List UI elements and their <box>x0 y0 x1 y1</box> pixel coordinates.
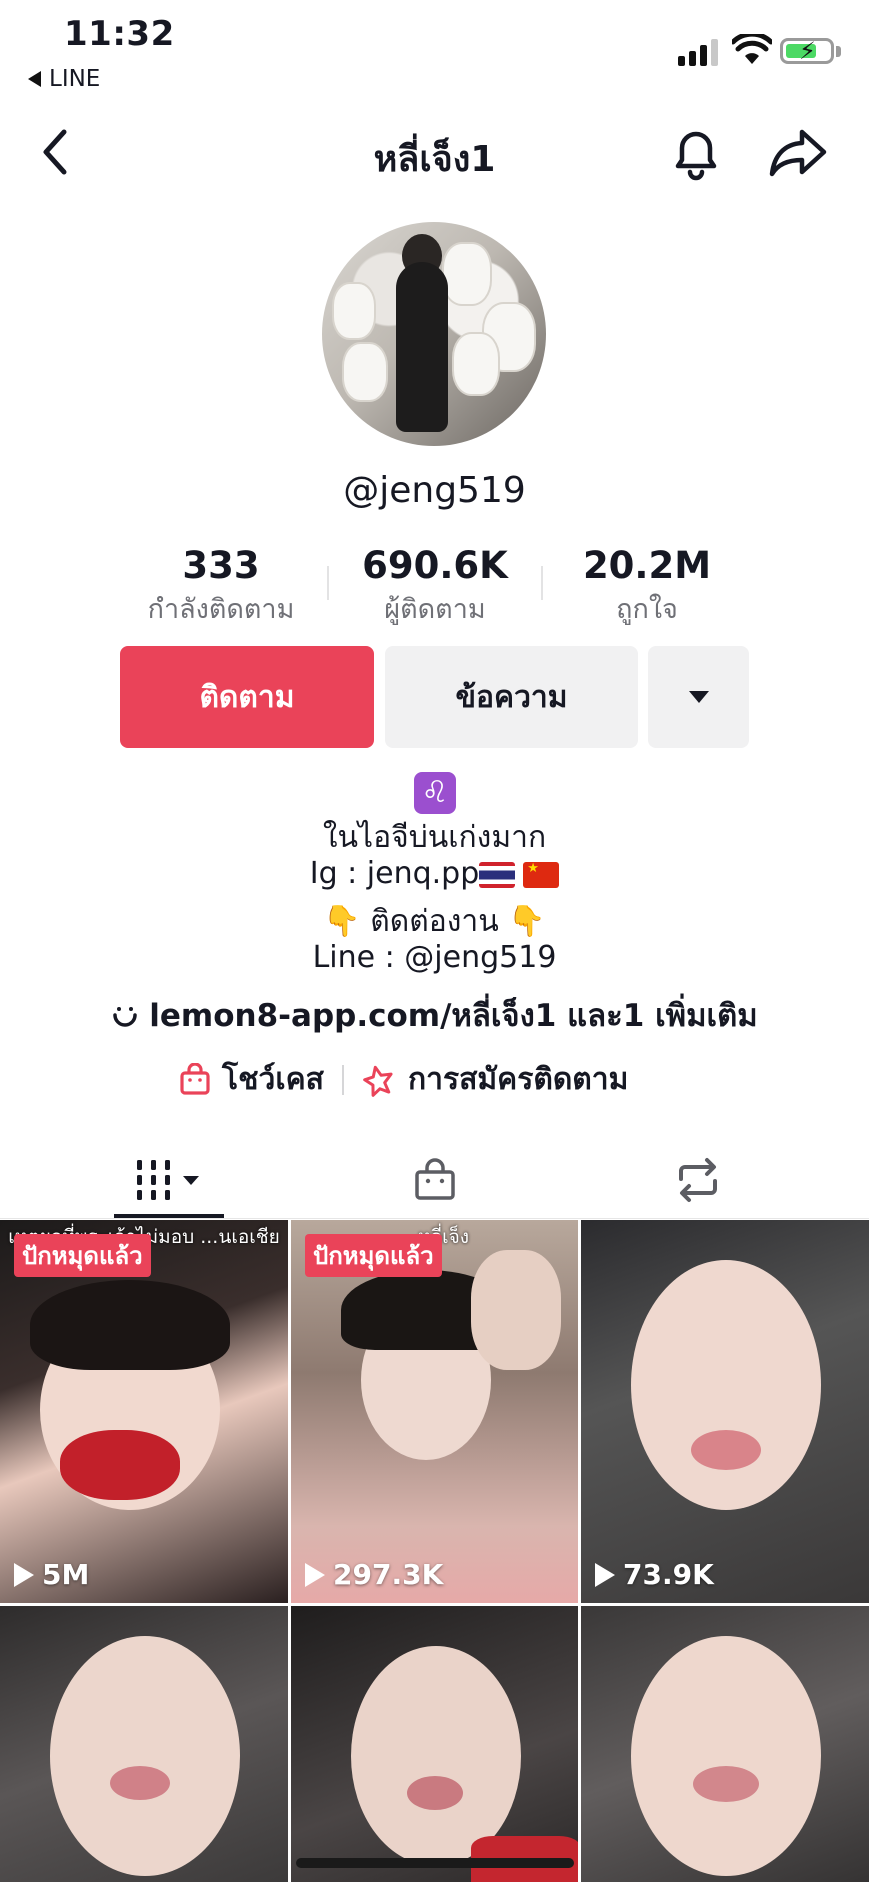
bio-instagram: Ig : jenq.pp <box>309 856 480 891</box>
battery-icon: ⚡ <box>780 37 834 65</box>
view-count: 5M <box>14 1558 89 1591</box>
stat-divider <box>541 566 543 600</box>
following-count: 333 <box>182 544 260 587</box>
bio-line-2: Ig : jenq.pp <box>0 856 869 891</box>
pinned-badge: ปักหมุดแล้ว <box>305 1234 442 1277</box>
tab-shop[interactable] <box>396 1142 474 1218</box>
video-thumbnail[interactable] <box>0 1606 288 1882</box>
bell-icon[interactable] <box>668 124 724 182</box>
subscription-label: การสมัครติดตาม <box>407 1062 629 1097</box>
tab-videos[interactable] <box>114 1142 224 1218</box>
suggested-accounts-button[interactable] <box>648 646 749 748</box>
battery-tip <box>836 46 841 57</box>
tab-reposts[interactable] <box>658 1142 738 1218</box>
pinned-badge: ปักหมุดแล้ว <box>14 1234 151 1277</box>
dropdown-triangle-icon <box>688 691 709 703</box>
back-to-app-link[interactable]: LINE <box>28 66 100 92</box>
subscription-star-icon <box>363 1065 393 1097</box>
stat-likes: 20.2M ถูกใจ <box>556 544 738 630</box>
profile-link-text: lemon8-app.com/หลี่เจ็ง1 และ1 เพิ่มเติม <box>149 998 758 1034</box>
video-thumbnail[interactable] <box>581 1606 869 1882</box>
video-thumbnail[interactable]: 73.9K <box>581 1220 869 1603</box>
likes-label: ถูกใจ <box>616 594 678 625</box>
view-count-value: 297.3K <box>333 1558 444 1591</box>
likes-count: 20.2M <box>582 544 712 587</box>
wifi-icon <box>732 34 772 64</box>
thai-flag-icon <box>479 861 516 888</box>
tab-divider <box>0 1218 869 1219</box>
home-indicator <box>296 1858 574 1868</box>
showcase-subscription-row: โชว์เคส การสมัครติดตาม <box>178 1056 628 1103</box>
grid-icon <box>137 1160 199 1200</box>
status-time: 11:32 <box>64 14 175 54</box>
china-flag-icon <box>523 861 560 888</box>
message-button[interactable]: ข้อความ <box>385 646 638 748</box>
shopping-bag-icon <box>415 1158 455 1200</box>
shopping-bag-icon <box>180 1062 210 1095</box>
video-thumbnail[interactable]: เหตุผลที่พระเจ้าไม่มอบ ...นเอเชีย ปักหมุ… <box>0 1220 288 1603</box>
followers-label: ผู้ติดตาม <box>384 594 486 625</box>
showcase-button[interactable]: โชว์เคส <box>178 1056 324 1103</box>
row-divider <box>341 1064 344 1095</box>
profile-link[interactable]: lemon8-app.com/หลี่เจ็ง1 และ1 เพิ่มเติม <box>0 990 869 1040</box>
repost-icon <box>679 1158 717 1202</box>
follow-button[interactable]: ติดตาม <box>120 646 374 748</box>
page-title: หลี่เจ็ง1 <box>373 139 496 180</box>
view-count: 73.9K <box>595 1558 714 1591</box>
cellular-signal-icon <box>678 38 718 66</box>
play-icon <box>14 1562 34 1587</box>
view-count-value: 5M <box>42 1558 90 1591</box>
back-app-label: LINE <box>49 66 101 92</box>
play-icon <box>595 1562 615 1587</box>
bio-contact-work: ติดต่องาน <box>370 904 499 939</box>
bio-line-3: 👇 ติดต่องาน 👇 <box>0 898 869 945</box>
pointing-down-hand-icon: 👇 <box>323 904 361 939</box>
subscription-button[interactable]: การสมัครติดตาม <box>362 1056 628 1103</box>
avatar[interactable] <box>322 222 546 446</box>
leo-zodiac-icon: ♌ <box>414 772 456 814</box>
play-icon <box>305 1562 325 1587</box>
stat-following[interactable]: 333 กำลังติดตาม <box>130 544 312 630</box>
back-triangle-icon <box>28 71 41 87</box>
stat-divider <box>327 566 329 600</box>
following-label: กำลังติดตาม <box>147 594 295 625</box>
view-count-value: 73.9K <box>623 1558 714 1591</box>
video-thumbnail[interactable]: ...หลี่เจ็ง ปักหมุดแล้ว 297.3K <box>291 1220 578 1603</box>
showcase-label: โชว์เคส <box>222 1062 324 1097</box>
link-icon <box>113 1006 138 1027</box>
pointing-down-hand-icon: 👇 <box>508 904 546 939</box>
share-icon[interactable] <box>768 126 828 180</box>
stat-followers[interactable]: 690.6K ผู้ติดตาม <box>344 544 526 630</box>
bio-line-4: Line : @jeng519 <box>312 940 557 975</box>
username: @jeng519 <box>343 470 526 511</box>
view-count: 297.3K <box>305 1558 443 1591</box>
bio-line-1: ในไอจีบ่นเก่งมาก <box>322 820 547 855</box>
video-thumbnail[interactable] <box>291 1606 578 1882</box>
followers-count: 690.6K <box>362 544 508 587</box>
